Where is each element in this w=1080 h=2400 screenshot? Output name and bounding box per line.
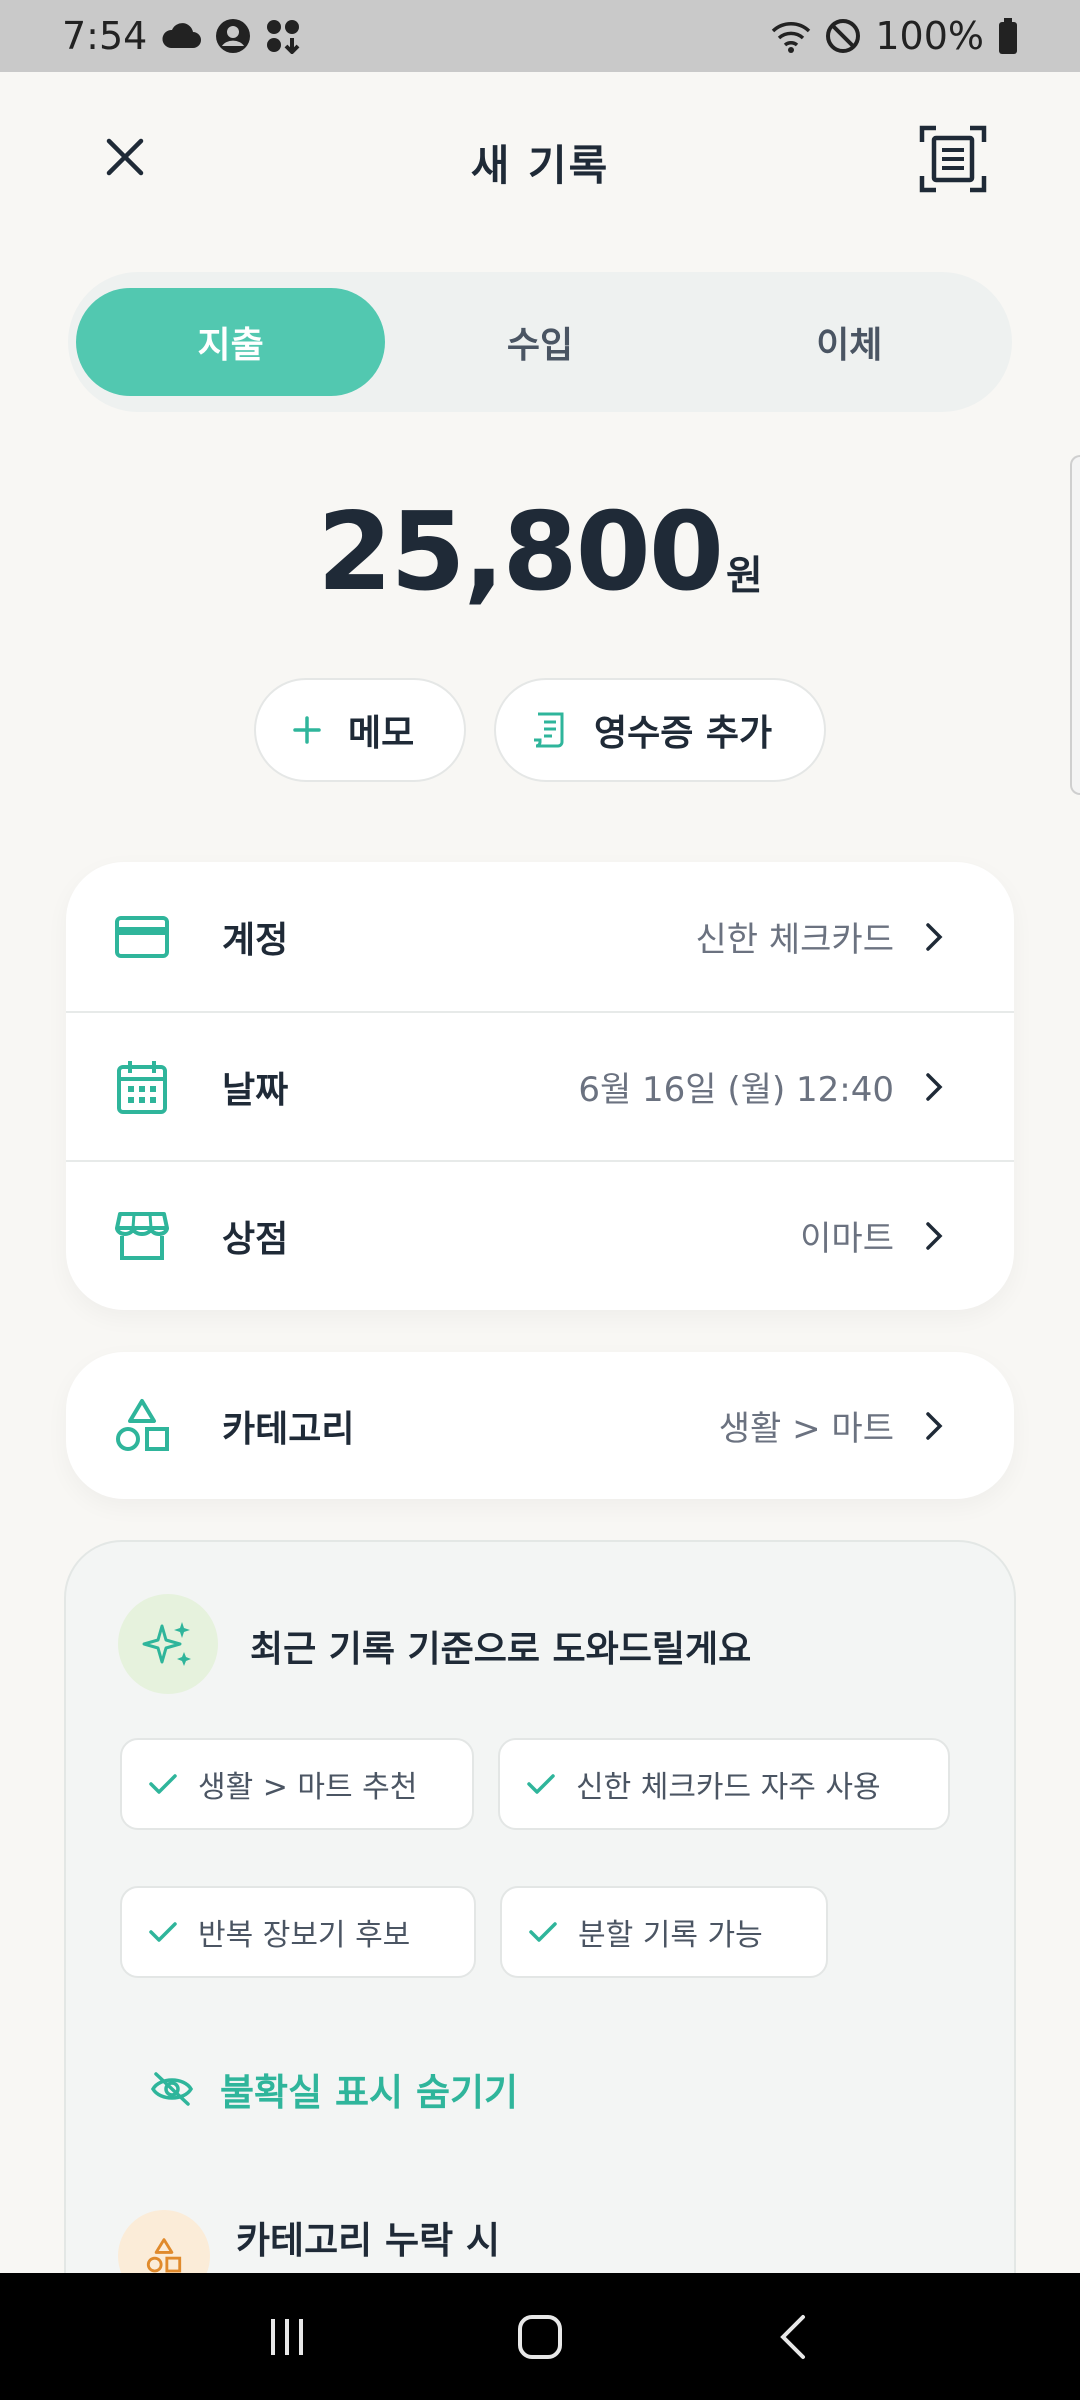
store-label: 상점 — [222, 1218, 289, 1260]
amount-display[interactable]: 25,800 원 — [0, 490, 1080, 615]
missing-category-title: 카테고리 누락 시 — [236, 2219, 501, 2262]
battery-percent: 100% — [875, 14, 984, 58]
chevron-right-icon — [924, 919, 946, 955]
eye-off-icon — [150, 2072, 194, 2106]
wifi-icon — [771, 19, 811, 53]
battery-icon — [998, 18, 1018, 54]
hide-uncertain-toggle[interactable]: 불확실 표시 숨기기 — [150, 2062, 518, 2116]
type-tabs: 지출 수입 이체 — [68, 272, 1012, 412]
date-value: 6월 16일 (월) 12:40 — [578, 1070, 894, 1110]
system-nav-bar — [0, 2273, 1080, 2400]
amount-unit: 원 — [725, 553, 763, 599]
check-icon — [527, 1774, 555, 1794]
category-value: 생활 > 마트 — [718, 1409, 894, 1449]
receipt-label: 영수증 추가 — [594, 713, 773, 754]
sparkle-icon — [118, 1594, 218, 1694]
suggestion-chip[interactable]: 분할 기록 가능 — [500, 1886, 828, 1978]
scan-receipt-button[interactable] — [918, 124, 988, 194]
hide-uncertain-label: 불확실 표시 숨기기 — [220, 2071, 519, 2114]
suggestions-title: 최근 기록 기준으로 도와드릴게요 — [250, 1629, 752, 1670]
suggestion-chip[interactable]: 생활 > 마트 추천 — [120, 1738, 474, 1830]
chip-label: 분할 기록 가능 — [578, 1918, 763, 1953]
account-circle-icon — [215, 18, 251, 54]
home-icon — [517, 2314, 562, 2359]
status-time: 7:54 — [62, 14, 148, 58]
chip-label: 생활 > 마트 추천 — [198, 1770, 418, 1805]
suggestions-card: 최근 기록 기준으로 도와드릴게요 생활 > 마트 추천 신한 체크카드 자주 … — [64, 1540, 1016, 2400]
status-bar: 7:54 100% — [0, 0, 1080, 72]
recent-apps-button[interactable] — [247, 2297, 327, 2377]
do-not-disturb-icon — [825, 18, 861, 54]
amount-value: 25,800 — [317, 490, 724, 615]
memo-label: 메모 — [348, 713, 415, 754]
chevron-right-icon — [924, 1408, 946, 1444]
back-button[interactable] — [753, 2297, 833, 2377]
category-label: 카테고리 — [222, 1408, 355, 1450]
scan-icon — [919, 125, 987, 193]
shapes-icon — [112, 1396, 172, 1456]
store-icon — [112, 1206, 172, 1266]
chevron-right-icon — [924, 1069, 946, 1105]
category-card: 카테고리 생활 > 마트 — [66, 1352, 1014, 1499]
store-value: 이마트 — [800, 1219, 894, 1259]
plus-icon — [293, 716, 321, 744]
chip-label: 신한 체크카드 자주 사용 — [576, 1770, 881, 1805]
date-row[interactable]: 날짜 6월 16일 (월) 12:40 — [66, 1011, 1014, 1160]
app-grid-icon — [265, 18, 301, 54]
account-label: 계정 — [222, 919, 289, 961]
calendar-icon — [112, 1057, 172, 1117]
tab-transfer[interactable]: 이체 — [695, 288, 1004, 396]
back-icon — [780, 2314, 806, 2359]
status-left: 7:54 — [62, 14, 301, 58]
chip-label: 반복 장보기 후보 — [198, 1918, 411, 1953]
credit-card-icon — [112, 907, 172, 967]
details-card: 계정 신한 체크카드 날짜 6월 16일 (월) 12:40 상점 이마트 — [66, 862, 1014, 1310]
home-button[interactable] — [500, 2297, 580, 2377]
header: 새 기록 — [0, 72, 1080, 257]
suggestion-chip[interactable]: 반복 장보기 후보 — [120, 1886, 476, 1978]
check-icon — [149, 1922, 177, 1942]
account-value: 신한 체크카드 — [695, 920, 895, 960]
tab-expense[interactable]: 지출 — [76, 288, 386, 396]
category-row[interactable]: 카테고리 생활 > 마트 — [66, 1352, 1014, 1499]
recents-icon — [270, 2318, 303, 2355]
date-label: 날짜 — [222, 1069, 289, 1111]
check-icon — [149, 1774, 177, 1794]
status-right: 100% — [771, 14, 1018, 58]
add-memo-button[interactable]: 메모 — [254, 678, 466, 782]
cloud-icon — [161, 22, 202, 50]
add-receipt-button[interactable]: 영수증 추가 — [494, 678, 826, 782]
receipt-icon — [534, 712, 564, 748]
suggestion-chip[interactable]: 신한 체크카드 자주 사용 — [498, 1738, 950, 1830]
chevron-right-icon — [924, 1218, 946, 1254]
check-icon — [529, 1922, 557, 1942]
tab-income[interactable]: 수입 — [385, 288, 694, 396]
account-row[interactable]: 계정 신한 체크카드 — [66, 862, 1014, 1011]
store-row[interactable]: 상점 이마트 — [66, 1160, 1014, 1309]
